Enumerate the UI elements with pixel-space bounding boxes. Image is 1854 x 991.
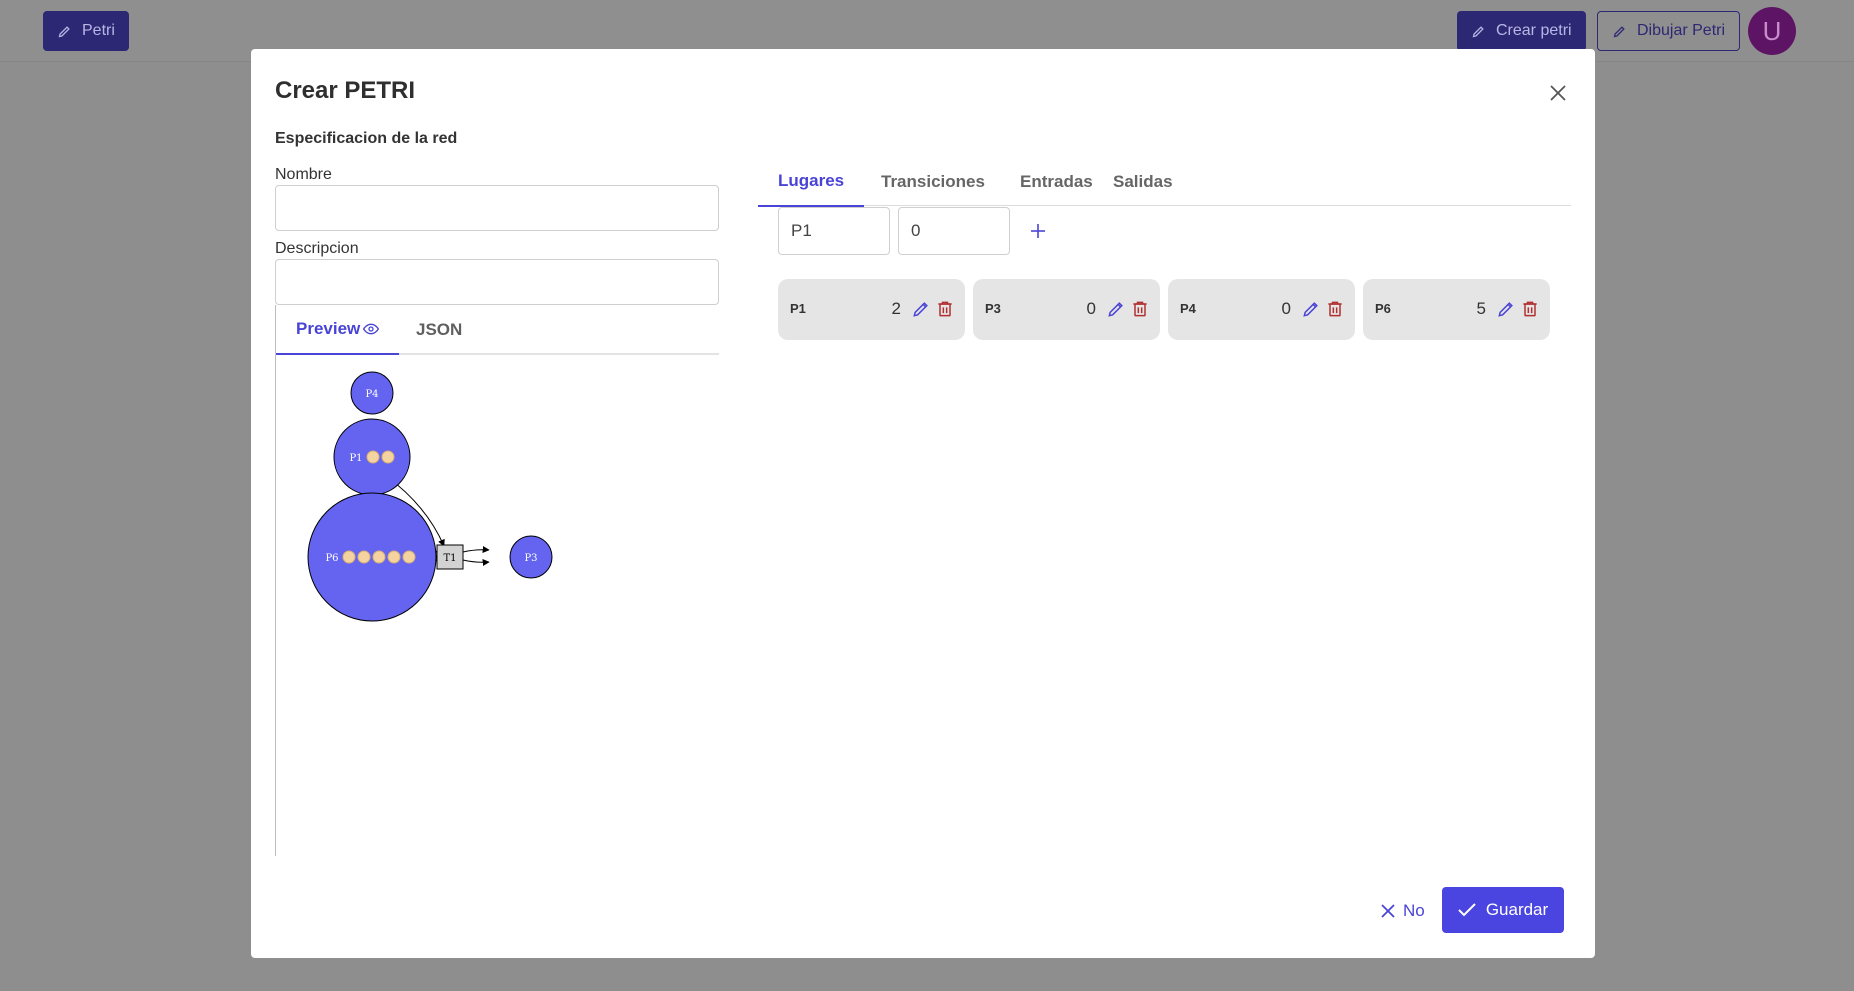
edit-icon[interactable] — [1106, 299, 1126, 319]
tab-json[interactable]: JSON — [416, 305, 462, 355]
place-tokens: 5 — [1476, 299, 1486, 318]
place-tokens: 0 — [1281, 299, 1291, 318]
preview-area: P4 P1 P6 T1 P3 — [275, 355, 719, 856]
crear-petri-button[interactable]: Crear petri — [1457, 11, 1586, 51]
svg-text:T1: T1 — [443, 553, 456, 564]
place-tokens: 2 — [891, 299, 901, 318]
descripcion-label: Descripcion — [275, 240, 359, 257]
arc-t1-p3-b — [462, 558, 490, 566]
place-card-p3: P3 0 — [973, 279, 1160, 340]
place-card-p6: P6 5 — [1363, 279, 1550, 340]
trash-icon[interactable] — [935, 299, 955, 319]
crear-petri-label: Crear petri — [1496, 22, 1572, 39]
close-icon — [1550, 85, 1566, 101]
avatar[interactable]: U — [1748, 7, 1796, 55]
tab-preview-label: Preview — [296, 319, 361, 338]
no-button[interactable]: No — [1371, 889, 1435, 933]
dibujar-petri-button[interactable]: Dibujar Petri — [1597, 11, 1741, 51]
place-name: P3 — [985, 301, 1001, 316]
arc-t1-p3-a — [462, 546, 490, 554]
nombre-label: Nombre — [275, 166, 332, 183]
place-name: P1 — [790, 301, 806, 316]
preview-tabs: Preview JSON — [275, 305, 719, 355]
tab-transiciones[interactable]: Transiciones — [861, 156, 1005, 207]
places-tabs: Lugares Transiciones Entradas Salidas — [758, 156, 1571, 207]
pencil-icon — [1613, 25, 1625, 37]
transition-t1: T1 — [436, 544, 464, 570]
edit-icon[interactable] — [911, 299, 931, 319]
place-card-p4: P4 0 — [1168, 279, 1355, 340]
modal-title: Crear PETRI — [275, 77, 416, 104]
token — [387, 550, 401, 564]
place-p3: P3 — [509, 535, 553, 579]
trash-icon[interactable] — [1520, 299, 1540, 319]
nombre-input[interactable] — [275, 185, 719, 231]
place-p6: P6 — [307, 492, 437, 622]
edit-icon[interactable] — [1301, 299, 1321, 319]
tab-lugares[interactable]: Lugares — [758, 156, 865, 207]
check-icon — [1458, 903, 1476, 917]
place-p4: P4 — [350, 371, 394, 415]
place-tokens: 0 — [1086, 299, 1096, 318]
token — [372, 550, 386, 564]
pencil-icon — [58, 25, 70, 37]
svg-text:P3: P3 — [524, 553, 537, 564]
petri-button-label: Petri — [82, 22, 115, 39]
svg-text:P1: P1 — [349, 453, 362, 464]
place-p1: P1 — [333, 418, 411, 496]
token — [381, 450, 395, 464]
guardar-button[interactable]: Guardar — [1442, 887, 1564, 933]
token — [342, 550, 356, 564]
token — [366, 450, 380, 464]
token — [357, 550, 371, 564]
guardar-button-label: Guardar — [1485, 900, 1549, 919]
crear-petri-modal: Crear PETRI Especificacion de la red Nom… — [251, 49, 1595, 958]
tab-json-label: JSON — [416, 320, 463, 339]
tab-preview[interactable]: Preview — [276, 305, 400, 355]
edit-icon[interactable] — [1496, 299, 1516, 319]
place-card-p1: P1 2 — [778, 279, 965, 340]
no-button-label: No — [1403, 901, 1425, 920]
place-tokens-input[interactable] — [898, 207, 1010, 255]
close-button[interactable] — [1544, 79, 1572, 107]
tab-salidas[interactable]: Salidas — [1093, 156, 1193, 207]
place-name: P6 — [1375, 301, 1391, 316]
plus-icon — [1031, 224, 1045, 238]
trash-icon[interactable] — [1130, 299, 1150, 319]
place-name: P4 — [1180, 301, 1196, 316]
pencil-icon — [1472, 25, 1484, 37]
eye-icon — [363, 323, 380, 335]
petri-net-graph: P4 P1 P6 T1 P3 — [307, 371, 553, 622]
petri-button[interactable]: Petri — [43, 11, 129, 51]
svg-text:P4: P4 — [365, 389, 378, 400]
place-name-input[interactable] — [778, 207, 890, 255]
descripcion-input[interactable] — [275, 259, 719, 305]
close-icon — [1381, 904, 1395, 918]
svg-text:P6: P6 — [325, 553, 338, 564]
add-place-button[interactable] — [1025, 218, 1051, 244]
token — [402, 550, 416, 564]
section-title: Especificacion de la red — [275, 130, 458, 147]
dibujar-petri-label: Dibujar Petri — [1637, 22, 1726, 39]
trash-icon[interactable] — [1325, 299, 1345, 319]
